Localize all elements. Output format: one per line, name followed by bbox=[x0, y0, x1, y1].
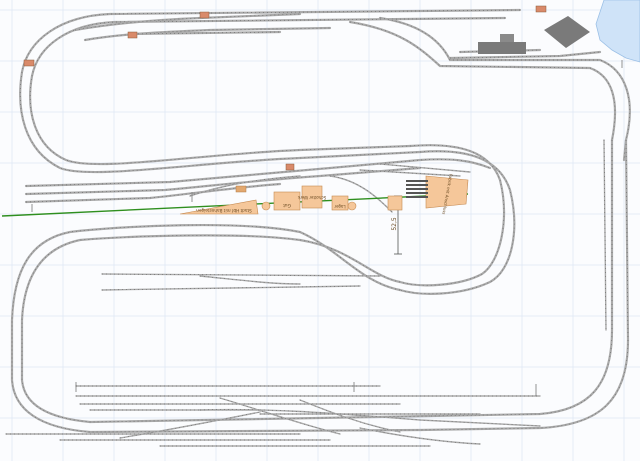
gravel-plant-label: Schotter Werk bbox=[297, 195, 326, 200]
signal-box bbox=[285, 163, 295, 171]
marker-top-1 bbox=[199, 11, 210, 19]
track-plan-canvas[interactable]: 52,5 Stadt Hbf mit Bahnsteigen Gut Schot… bbox=[0, 0, 640, 461]
dimension-label: 52,5 bbox=[391, 217, 398, 231]
plan-background bbox=[0, 0, 640, 461]
tank-1 bbox=[261, 201, 271, 211]
loading-shed bbox=[387, 195, 403, 211]
tank-2 bbox=[347, 201, 357, 211]
small-shed-tan bbox=[235, 185, 247, 193]
marker-top-2 bbox=[127, 31, 138, 39]
station-building-label: Stadt Hbf mit Bahnsteigen bbox=[196, 208, 252, 213]
warehouse-label: Gut bbox=[283, 202, 291, 208]
harbour-crane bbox=[535, 5, 547, 13]
harbour-warehouse bbox=[478, 42, 526, 54]
goods-shed-label: Lager bbox=[334, 204, 346, 209]
harbour-shed bbox=[500, 34, 514, 42]
marker-top-3 bbox=[23, 59, 35, 67]
